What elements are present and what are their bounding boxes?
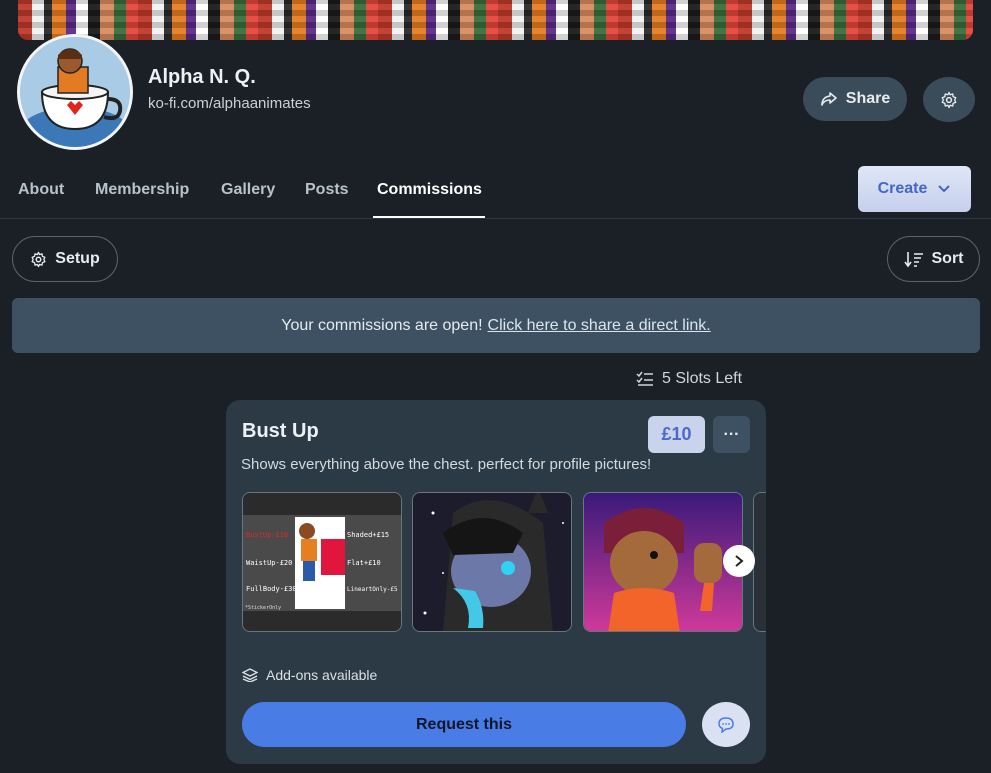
thumb-flat-label: Flat+£10 [347,559,381,567]
thumb-fullbody-label: FullBody-£30 [246,585,297,593]
addons-indicator: Add-ons available [242,667,377,683]
gear-icon [31,251,46,267]
create-button[interactable]: Create [858,166,971,212]
thumb-lineart-label: LineartOnly-£5 [347,586,398,593]
checklist-icon [636,371,653,386]
setup-button[interactable]: Setup [12,236,118,282]
gallery-image-character-blue[interactable] [412,492,572,632]
message-button[interactable] [702,702,750,747]
tab-gallery[interactable]: Gallery [221,181,275,199]
thumb-waistup-label: WaistUp-£20 [246,559,292,567]
price-sheet-image: BustUp-£10 WaistUp-£20 FullBody-£30 Shad… [243,493,401,631]
notice-text: Your commissions are open! [281,316,483,334]
partial-image [754,493,766,631]
thumb-note-label: *StickerOnly [245,605,281,611]
thumb-shaded-label: Shaded+£15 [347,531,389,539]
commissions-open-banner: Your commissions are open! Click here to… [12,298,980,353]
share-button[interactable]: Share [803,77,907,121]
slots-left-label: 5 Slots Left [662,370,743,387]
character-blue-image [413,493,571,631]
commission-card: Bust Up £10 ··· Shows everything above t… [226,400,766,764]
slots-indicator: 5 Slots Left [636,370,742,388]
avatar-image [20,37,130,147]
sort-icon [903,252,923,268]
avatar[interactable] [17,34,133,150]
chevron-right-icon [735,555,744,567]
more-options-button[interactable]: ··· [713,416,750,453]
setup-label: Setup [55,250,100,267]
commission-description: Shows everything above the chest. perfec… [241,456,652,473]
create-label: Create [877,180,928,197]
tab-posts[interactable]: Posts [305,181,349,199]
gear-icon [941,91,957,108]
share-label: Share [845,90,891,107]
tab-about[interactable]: About [18,181,64,199]
chevron-down-icon [938,185,951,193]
request-commission-button[interactable]: Request this [242,702,686,747]
commission-title: Bust Up [242,420,319,442]
sort-label: Sort [931,250,964,267]
tab-membership[interactable]: Membership [95,181,189,199]
chat-bubble-icon [718,716,734,733]
share-direct-link[interactable]: Click here to share a direct link. [488,317,711,335]
thumb-animated-label: Animated+£25 [295,604,339,611]
commission-gallery[interactable]: BustUp-£10 WaistUp-£20 FullBody-£30 Shad… [242,492,766,634]
gallery-image-character-wave[interactable] [583,492,743,632]
settings-button[interactable] [923,77,975,122]
profile-name: Alpha N. Q. [148,66,256,88]
tabs-divider [0,218,991,219]
gallery-image-price-sheet[interactable]: BustUp-£10 WaistUp-£20 FullBody-£30 Shad… [242,492,402,632]
sort-button[interactable]: Sort [887,236,980,282]
addons-label: Add-ons available [266,667,378,683]
gallery-next-button[interactable] [723,545,755,577]
profile-banner [18,0,973,40]
character-wave-image [584,493,742,631]
share-icon [820,92,837,106]
thumb-bustup-label: BustUp-£10 [246,531,288,539]
price-badge: £10 [648,416,705,453]
profile-handle[interactable]: ko-fi.com/alphaanimates [148,95,311,112]
layers-icon [242,668,258,682]
tab-commissions[interactable]: Commissions [377,181,482,199]
